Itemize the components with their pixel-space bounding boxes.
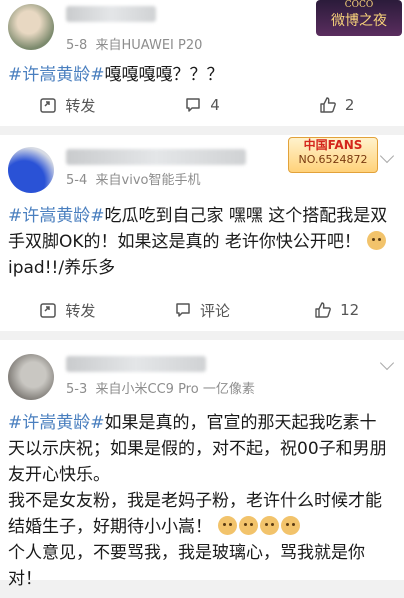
post-card: 5-3 来自小米CC9 Pro 一亿像素 #许嵩黄龄#如果是真的，官宣的那天起我…: [0, 340, 404, 589]
post-content: #许嵩黄龄#如果是真的，官宣的那天起我吃素十天以示庆祝；如果是假的，对不起，祝0…: [0, 404, 404, 598]
source-prefix: 来自: [95, 38, 122, 53]
like-count: 2: [344, 96, 355, 114]
repost-label: 转发: [65, 96, 96, 115]
badge-number: NO.6524872: [298, 153, 368, 166]
source-prefix: 来自: [95, 382, 122, 397]
doge-emoji-icon: [281, 516, 301, 535]
post-source[interactable]: vivo智能手机: [122, 173, 201, 188]
doge-emoji-icon: [239, 516, 259, 535]
post-meta: 5-4 来自vivo智能手机: [66, 169, 200, 188]
post-text: 嘎嘎嘎嘎？？？: [104, 65, 224, 85]
comment-label: 评论: [200, 301, 231, 320]
username-blurred[interactable]: [66, 6, 156, 22]
post-source[interactable]: HUAWEI P20: [122, 38, 203, 53]
post-date: 5-3: [66, 382, 88, 397]
comment-button[interactable]: 4: [135, 96, 270, 114]
avatar[interactable]: [8, 4, 54, 50]
thumb-up-icon: [320, 97, 336, 113]
weibo-night-badge[interactable]: COCO 微博之夜: [316, 0, 402, 36]
action-bar: [0, 244, 404, 274]
avatar[interactable]: [8, 354, 54, 400]
hashtag-link[interactable]: #许嵩黄龄#: [8, 65, 105, 85]
like-button[interactable]: 12: [269, 301, 404, 319]
repost-button[interactable]: 转发: [0, 95, 135, 116]
badge-title: 微博之夜: [331, 13, 387, 29]
post-text-line3: 个人意见，不要骂我，我是玻璃心，骂我就是你对！: [8, 543, 365, 589]
action-bar: 转发 4 2: [0, 84, 404, 126]
repost-label: 转发: [65, 301, 96, 320]
hashtag-link[interactable]: #许嵩黄龄#: [8, 206, 105, 226]
post-meta: 5-3 来自小米CC9 Pro 一亿像素: [66, 378, 255, 397]
hashtag-link[interactable]: #许嵩黄龄#: [8, 413, 105, 433]
username-blurred[interactable]: [66, 356, 206, 372]
doge-emoji-icon: [260, 516, 280, 535]
post-meta: 5-8 来自HUAWEI P20: [66, 34, 202, 53]
comment-button[interactable]: 评论: [135, 300, 270, 321]
like-count: 12: [340, 301, 360, 319]
comment-icon: [176, 303, 190, 317]
china-fans-badge[interactable]: 中国FANS NO.6524872: [288, 137, 378, 173]
post-text-line2: 我不是女友粉，我是老妈子粉，老许什么时候才能结婚生子，好期待小小嵩！: [8, 491, 382, 537]
badge-title: 中国FANS: [303, 138, 363, 152]
repost-icon: [40, 303, 57, 318]
username-blurred[interactable]: [66, 149, 246, 165]
chevron-down-icon[interactable]: [379, 355, 395, 371]
avatar[interactable]: [8, 147, 54, 193]
like-button[interactable]: 2: [269, 96, 404, 114]
source-prefix: 来自: [95, 173, 122, 188]
chevron-down-icon[interactable]: [379, 148, 395, 164]
thumb-up-icon: [315, 302, 332, 318]
comment-count: 4: [210, 96, 220, 114]
doge-emoji-icon: [218, 516, 238, 535]
badge-sub: COCO: [344, 0, 374, 10]
comment-icon: [186, 98, 200, 112]
post-date: 5-8: [66, 38, 88, 53]
repost-icon: [40, 98, 57, 113]
post-card: 5-4 来自vivo智能手机 中国FANS NO.6524872 #许嵩黄龄#吃…: [0, 135, 404, 331]
post-card: 5-8 来自HUAWEI P20 COCO 微博之夜 #许嵩黄龄#嘎嘎嘎嘎？？？…: [0, 0, 404, 126]
post-date: 5-4: [66, 173, 88, 188]
repost-button[interactable]: 转发: [0, 300, 135, 321]
action-bar: 转发 评论 12: [0, 289, 404, 331]
post-source[interactable]: 小米CC9 Pro 一亿像素: [122, 382, 255, 397]
